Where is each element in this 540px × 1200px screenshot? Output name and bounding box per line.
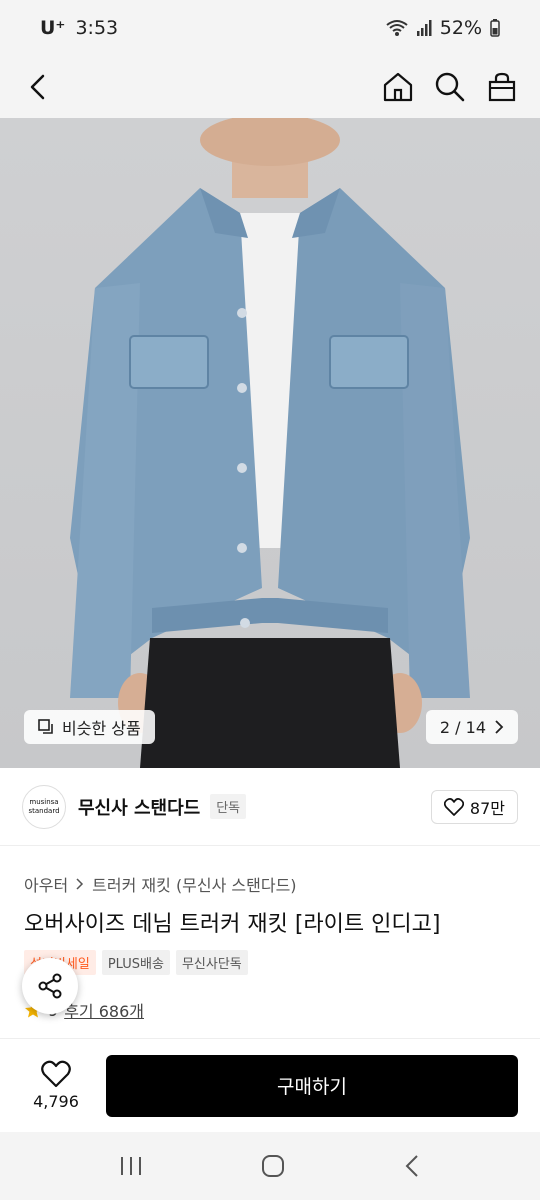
clock: 3:53 (75, 17, 119, 39)
buy-button[interactable]: 구매하기 (106, 1054, 518, 1117)
wifi-icon (386, 20, 408, 36)
product-image-carousel[interactable]: 비슷한 상품 2 / 14 (0, 118, 540, 768)
similar-label: 비슷한 상품 (62, 719, 141, 738)
signal-icon (416, 20, 432, 36)
product-title: 오버사이즈 데님 트러커 재킷 [라이트 인디고] (24, 912, 441, 937)
share-icon (38, 973, 62, 999)
search-icon[interactable] (434, 71, 466, 103)
battery-icon (490, 19, 500, 37)
brand-like-button[interactable]: 87만 (430, 789, 518, 824)
similar-products-button[interactable]: 비슷한 상품 (24, 710, 155, 744)
carrier-label: U⁺ (40, 17, 66, 39)
exclusive-tag: 단독 (210, 794, 247, 819)
purchase-bar: 4,796 구매하기 (0, 1038, 540, 1132)
wish-count: 4,796 (33, 1092, 79, 1111)
brand-logo-line1: musinsa (29, 797, 59, 806)
brand-logo[interactable]: musinsa standard (22, 784, 66, 829)
image-counter-text: 2 / 14 (439, 717, 486, 737)
chevron-right-icon (495, 720, 504, 734)
battery-percent: 52% (439, 17, 482, 39)
heart-icon (41, 1060, 71, 1088)
brand-name[interactable]: 무신사 스탠다드 (78, 794, 200, 820)
chevron-right-icon (76, 878, 84, 890)
brand-logo-line2: standard (28, 806, 60, 815)
product-photo (70, 118, 470, 768)
review-count-link[interactable]: 후기 686개 (64, 998, 144, 1022)
share-button[interactable] (22, 958, 78, 1014)
product-page: U⁺ 3:53 52% 비슷한 상품 2 / 14 musinsa standa… (0, 0, 540, 1200)
breadcrumb: 아우터 트러커 재킷 (무신사 스탠다드) (24, 872, 297, 896)
delivery-badge: PLUS배송 (101, 950, 170, 975)
image-counter[interactable]: 2 / 14 (425, 710, 518, 744)
breadcrumb-item[interactable]: 아우터 (24, 872, 68, 896)
brand-likes-count: 87만 (469, 798, 505, 818)
home-button-icon[interactable] (260, 1153, 286, 1179)
top-nav (0, 56, 540, 118)
recent-apps-icon[interactable] (118, 1155, 144, 1177)
similar-icon (38, 719, 53, 734)
wishlist-button[interactable]: 4,796 (22, 1060, 90, 1111)
heart-icon (443, 797, 464, 816)
exclusive-badge: 무신사단독 (175, 950, 248, 975)
home-icon[interactable] (382, 71, 414, 103)
back-nav-icon[interactable] (402, 1153, 422, 1179)
system-nav-bar (0, 1132, 540, 1200)
shopping-bag-icon[interactable] (486, 71, 518, 103)
breadcrumb-item[interactable]: 트러커 재킷 (무신사 스탠다드) (92, 872, 296, 896)
back-icon[interactable] (22, 71, 54, 103)
status-bar: U⁺ 3:53 52% (0, 0, 540, 56)
brand-row[interactable]: musinsa standard 무신사 스탠다드 단독 87만 (0, 768, 540, 846)
